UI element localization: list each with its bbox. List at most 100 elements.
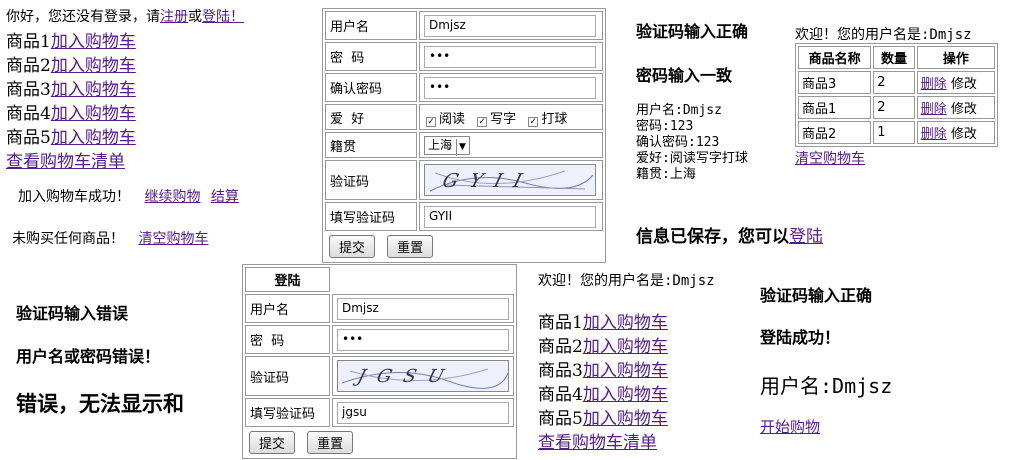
login-link[interactable]: 登陆 <box>202 9 230 25</box>
captcha-input[interactable]: GYII <box>424 205 596 228</box>
form-actions: 提交 重置 <box>325 233 603 260</box>
captcha-ok-text: 验证码输入正确 <box>760 286 873 305</box>
login-form: 登陆 用户名 Dmjsz 密 码 ••• 验证码 JGSU 填写验证码 jgsu… <box>242 264 517 459</box>
password-label: 密 码 <box>325 42 417 71</box>
clear-cart-link[interactable]: 清空购物车 <box>138 231 208 247</box>
captcha-text: JGSU <box>355 366 458 387</box>
add-success-row: 加入购物车成功！ 继续购物 结算 <box>18 186 239 206</box>
password-input[interactable]: ••• <box>424 45 596 68</box>
product-item: 商品3加入购物车 <box>6 78 244 102</box>
saved-text: 信息已保存，您可以 <box>636 227 789 247</box>
product-item: 商品4加入购物车 <box>538 383 668 407</box>
hobby-checkbox[interactable]: ✓ <box>477 116 488 127</box>
cart-header-name: 商品名称 <box>798 46 872 69</box>
product-item: 商品2加入购物车 <box>6 54 244 78</box>
info-line: 籍贯:上海 <box>636 167 696 182</box>
product-list: 商品1加入购物车 商品2加入购物车 商品3加入购物车 商品4加入购物车 商品5加… <box>6 30 244 174</box>
start-shopping-link[interactable]: 开始购物 <box>760 416 820 437</box>
product-name: 商品3 <box>6 80 51 100</box>
cart-header-actions: 操作 <box>916 46 995 69</box>
origin-value: 上海 <box>428 137 453 152</box>
captcha-label: 验证码 <box>245 356 330 396</box>
username-input[interactable]: Dmjsz <box>337 297 509 320</box>
continue-shopping-link[interactable]: 继续购物 <box>144 189 200 205</box>
table-row: 商品1 2 删除 修改 <box>798 96 995 119</box>
view-cart-link[interactable]: 查看购物车清单 <box>538 433 657 453</box>
product-item: 商品1加入购物车 <box>6 30 244 54</box>
cart-item-name: 商品3 <box>798 71 872 94</box>
product-name: 商品1 <box>6 32 51 52</box>
form-actions: 提交 重置 <box>245 429 514 456</box>
cart-item-actions: 删除 修改 <box>916 121 995 144</box>
delete-link[interactable]: 删除 <box>921 77 947 92</box>
cart-item-name: 商品2 <box>798 121 872 144</box>
hobby-option-label: 写字 <box>490 111 517 127</box>
product-name: 商品4 <box>6 104 51 124</box>
password-label: 密 码 <box>245 325 330 354</box>
hobby-option-label: 阅读 <box>439 111 466 127</box>
add-to-cart-link[interactable]: 加入购物车 <box>51 128 136 148</box>
captcha-text: GYII <box>440 170 537 192</box>
cart-item-actions: 删除 修改 <box>916 71 995 94</box>
hobby-option-label: 打球 <box>541 111 568 127</box>
login-error-text: 用户名或密码错误！ <box>16 347 161 366</box>
delete-link[interactable]: 删除 <box>921 127 947 142</box>
product-name: 商品5 <box>538 409 583 429</box>
table-row: 商品3 2 删除 修改 <box>798 71 995 94</box>
welcome-text: 欢迎！您的用户名是:Dmjsz <box>795 27 972 43</box>
display-error-text: 错误，无法显示和 <box>16 391 184 416</box>
submit-button[interactable]: 提交 <box>249 431 296 454</box>
greeting-suffix[interactable]: ！ <box>230 9 244 25</box>
cart-item-qty: 2 <box>873 96 915 119</box>
registered-info: 用户名:Dmjsz 密码:123 确认密码:123 爱好:阅读写字打球 籍贯:上… <box>636 103 748 183</box>
hobby-checkbox[interactable]: ✓ <box>528 116 539 127</box>
add-success-text: 加入购物车成功！ <box>18 189 130 205</box>
edit-link[interactable]: 修改 <box>951 77 977 92</box>
guest-panel: 你好，您还没有登录，请注册或登陆！ 商品1加入购物车 商品2加入购物车 商品3加… <box>6 6 244 174</box>
captcha-input[interactable]: jgsu <box>337 401 509 424</box>
greeting-text: 你好，您还没有登录，请 <box>6 9 160 25</box>
delete-link[interactable]: 删除 <box>921 102 947 117</box>
add-to-cart-link[interactable]: 加入购物车 <box>583 385 668 405</box>
add-to-cart-link[interactable]: 加入购物车 <box>583 361 668 381</box>
password-input[interactable]: ••• <box>337 328 509 351</box>
register-link[interactable]: 注册 <box>160 9 188 25</box>
hobby-checkbox[interactable]: ✓ <box>426 116 436 127</box>
cart-item-qty: 1 <box>873 121 915 144</box>
product-item: 商品3加入购物车 <box>538 359 668 383</box>
add-to-cart-link[interactable]: 加入购物车 <box>51 104 136 124</box>
edit-link[interactable]: 修改 <box>951 102 977 117</box>
reset-button[interactable]: 重置 <box>387 235 434 258</box>
product-item: 商品5加入购物车 <box>538 407 668 431</box>
product-item: 商品5加入购物车 <box>6 126 244 150</box>
reset-button[interactable]: 重置 <box>307 431 354 454</box>
captcha-image: JGSU <box>337 360 509 392</box>
chevron-down-icon[interactable]: ▼ <box>456 138 466 156</box>
checkout-link[interactable]: 结算 <box>211 189 239 205</box>
clear-cart-link[interactable]: 清空购物车 <box>795 148 865 168</box>
username-label: 用户名 <box>325 11 417 40</box>
confirm-password-input[interactable]: ••• <box>424 76 596 99</box>
add-to-cart-link[interactable]: 加入购物车 <box>583 337 668 357</box>
username-input[interactable]: Dmjsz <box>424 14 596 37</box>
add-to-cart-link[interactable]: 加入购物车 <box>583 409 668 429</box>
product-name: 商品4 <box>538 385 583 405</box>
edit-link[interactable]: 修改 <box>951 127 977 142</box>
or-text: 或 <box>188 9 202 25</box>
add-to-cart-link[interactable]: 加入购物车 <box>51 56 136 76</box>
add-to-cart-link[interactable]: 加入购物车 <box>583 313 668 333</box>
origin-label: 籍贯 <box>325 132 417 158</box>
product-list: 商品1加入购物车 商品2加入购物车 商品3加入购物车 商品4加入购物车 商品5加… <box>538 311 668 455</box>
captcha-image: GYII <box>424 164 596 196</box>
add-to-cart-link[interactable]: 加入购物车 <box>51 80 136 100</box>
captcha-label: 验证码 <box>325 160 417 200</box>
product-item: 商品4加入购物车 <box>6 102 244 126</box>
add-to-cart-link[interactable]: 加入购物车 <box>51 32 136 52</box>
submit-button[interactable]: 提交 <box>329 235 376 258</box>
product-name: 商品3 <box>538 361 583 381</box>
product-name: 商品5 <box>6 128 51 148</box>
login-link[interactable]: 登陆 <box>789 227 823 247</box>
origin-select[interactable]: 上海 ▼ <box>424 135 470 156</box>
empty-cart-row: 未购买任何商品！ 清空购物车 <box>12 228 208 248</box>
view-cart-link[interactable]: 查看购物车清单 <box>6 152 125 172</box>
